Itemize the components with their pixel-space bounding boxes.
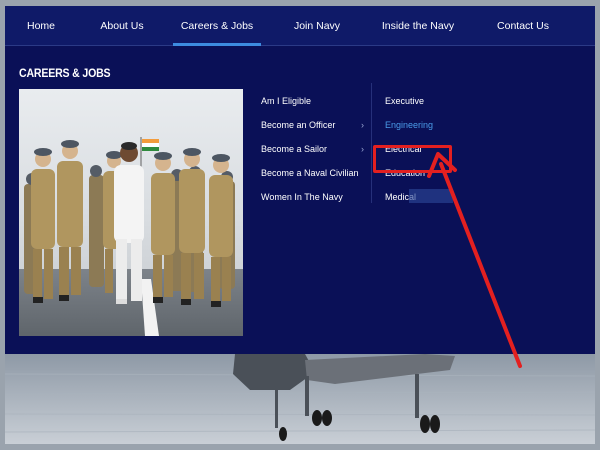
red-arrow-annotation	[427, 152, 522, 368]
page-frame: Home About Us Careers & Jobs Join Navy I…	[5, 6, 595, 444]
